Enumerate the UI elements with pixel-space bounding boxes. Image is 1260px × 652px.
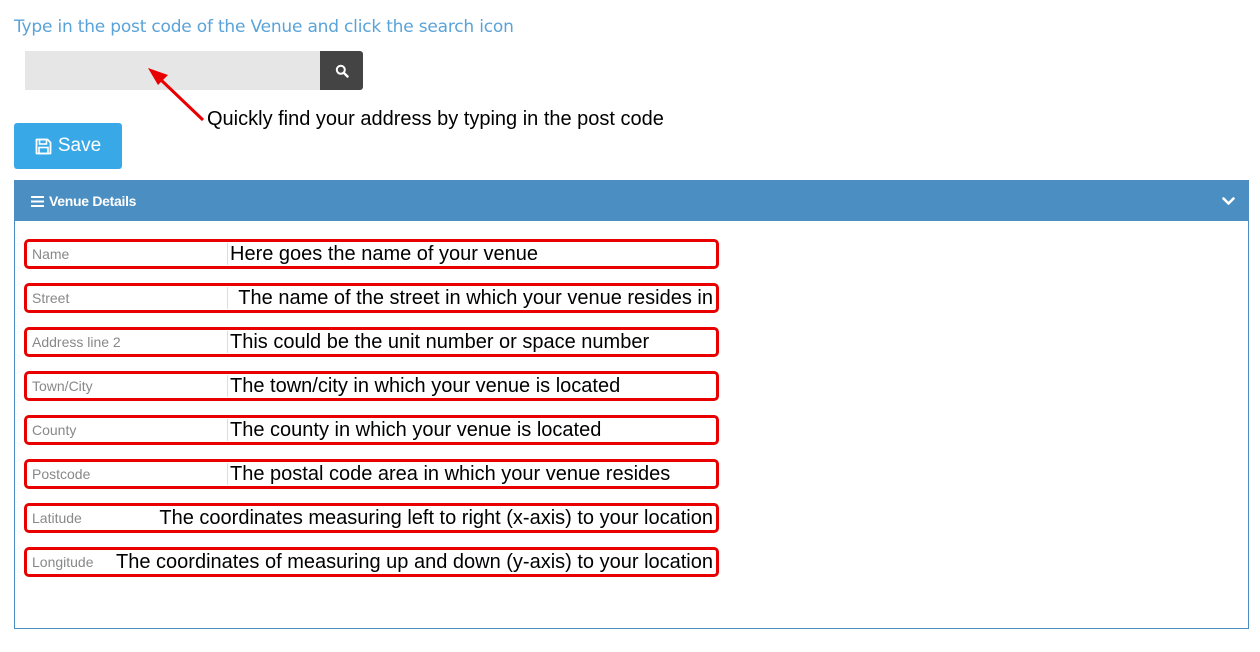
street-field[interactable] <box>30 287 228 309</box>
town-city-field[interactable] <box>30 375 228 397</box>
field-street-row: The name of the street in which your ven… <box>24 283 719 313</box>
field-county-row: The county in which your venue is locate… <box>24 415 719 445</box>
county-field[interactable] <box>30 419 228 441</box>
save-button-label: Save <box>57 135 102 156</box>
panel-title: Venue Details <box>31 193 136 209</box>
field-address-line-2-row: This could be the unit number or space n… <box>24 327 719 357</box>
search-annotation: Quickly find your address by typing in t… <box>207 108 664 130</box>
search-button[interactable] <box>320 51 363 90</box>
instruction-text: Type in the post code of the Venue and c… <box>14 17 514 37</box>
postcode-search-input[interactable] <box>25 51 320 90</box>
address-line-2-field[interactable] <box>30 331 228 353</box>
postcode-note: The postal code area in which your venue… <box>229 462 671 486</box>
field-latitude-row: The coordinates measuring left to right … <box>24 503 719 533</box>
latitude-note: The coordinates measuring left to right … <box>158 506 713 530</box>
field-town-city-row: The town/city in which your venue is loc… <box>24 371 719 401</box>
postcode-field[interactable] <box>30 463 228 485</box>
longitude-note: The coordinates of measuring up and down… <box>115 550 713 574</box>
floppy-disk-icon <box>35 138 52 154</box>
name-note: Here goes the name of your venue <box>229 242 538 266</box>
field-longitude-row: The coordinates of measuring up and down… <box>24 547 719 577</box>
search-icon <box>335 64 349 78</box>
chevron-down-icon[interactable] <box>1222 196 1235 206</box>
name-field[interactable] <box>30 243 228 265</box>
county-note: The county in which your venue is locate… <box>229 418 602 442</box>
venue-details-header[interactable]: Venue Details <box>15 181 1248 221</box>
postcode-search <box>25 51 363 90</box>
panel-title-text: Venue Details <box>49 193 137 209</box>
save-button[interactable]: Save <box>14 123 122 169</box>
bars-icon <box>31 195 44 207</box>
street-note: The name of the street in which your ven… <box>237 286 713 310</box>
field-postcode-row: The postal code area in which your venue… <box>24 459 719 489</box>
field-name-row: Here goes the name of your venue <box>24 239 719 269</box>
town-city-note: The town/city in which your venue is loc… <box>229 374 621 398</box>
address-line-2-note: This could be the unit number or space n… <box>229 330 650 354</box>
